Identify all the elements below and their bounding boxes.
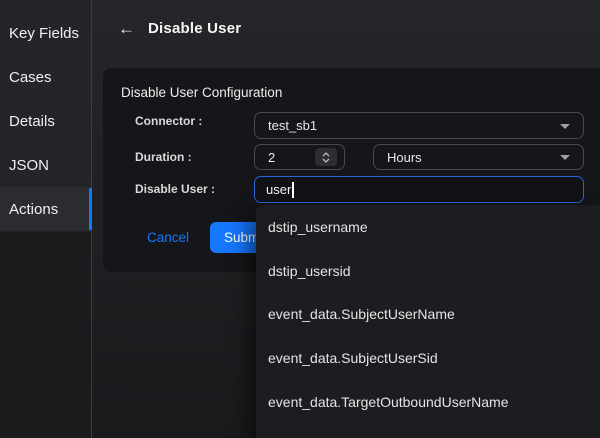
sidebar-item-label: Key Fields <box>9 25 79 42</box>
duration-value: 2 <box>268 150 275 165</box>
autocomplete-option[interactable]: dstip_username <box>256 205 600 249</box>
sidebar-item-json[interactable]: JSON <box>0 143 91 187</box>
sidebar: Key Fields Cases Details JSON Actions <box>0 0 92 438</box>
sidebar-item-key-fields[interactable]: Key Fields <box>0 11 91 55</box>
caret-down-icon <box>560 124 570 129</box>
sidebar-item-label: Details <box>9 113 55 130</box>
duration-unit-select[interactable]: Hours <box>373 144 584 170</box>
chevron-up-icon <box>322 152 330 157</box>
page-header: ← Disable User <box>118 20 241 37</box>
autocomplete-option[interactable]: dstip_usersid <box>256 249 600 293</box>
autocomplete-option[interactable]: event_data.SubjectUserSid <box>256 336 600 380</box>
number-stepper[interactable] <box>315 148 337 166</box>
duration-number-input[interactable]: 2 <box>254 144 345 170</box>
text-cursor <box>292 182 294 198</box>
sidebar-item-label: Actions <box>9 201 58 218</box>
autocomplete-dropdown: dstip_username dstip_usersid event_data.… <box>256 205 600 438</box>
caret-down-icon <box>560 155 570 160</box>
autocomplete-option[interactable]: event_data.TargetOutboundUserName <box>256 380 600 424</box>
connector-select[interactable]: test_sb1 <box>254 112 584 139</box>
connector-select-value: test_sb1 <box>268 118 317 133</box>
duration-unit-value: Hours <box>387 150 422 165</box>
disable-user-input[interactable]: user <box>254 176 584 203</box>
sidebar-item-actions[interactable]: Actions <box>0 187 91 231</box>
autocomplete-option[interactable]: event_data.SubjectUserName <box>256 292 600 336</box>
sidebar-tab-list: Key Fields Cases Details JSON Actions <box>0 0 91 232</box>
sidebar-item-cases[interactable]: Cases <box>0 55 91 99</box>
cancel-button[interactable]: Cancel <box>138 222 198 253</box>
page-title: Disable User <box>148 20 241 37</box>
disable-user-input-value: user <box>266 182 291 197</box>
card-title: Disable User Configuration <box>121 85 282 100</box>
back-arrow-icon[interactable]: ← <box>118 20 135 37</box>
sidebar-item-label: JSON <box>9 157 49 174</box>
chevron-down-icon <box>322 158 330 163</box>
sidebar-item-label: Cases <box>9 69 52 86</box>
app-window: Key Fields Cases Details JSON Actions ← … <box>0 0 600 438</box>
sidebar-item-details[interactable]: Details <box>0 99 91 143</box>
main-panel: ← Disable User Disable User Configuratio… <box>92 0 600 438</box>
connector-label: Connector : <box>135 114 202 128</box>
duration-label: Duration : <box>135 150 192 164</box>
disable-user-label: Disable User : <box>135 182 215 196</box>
